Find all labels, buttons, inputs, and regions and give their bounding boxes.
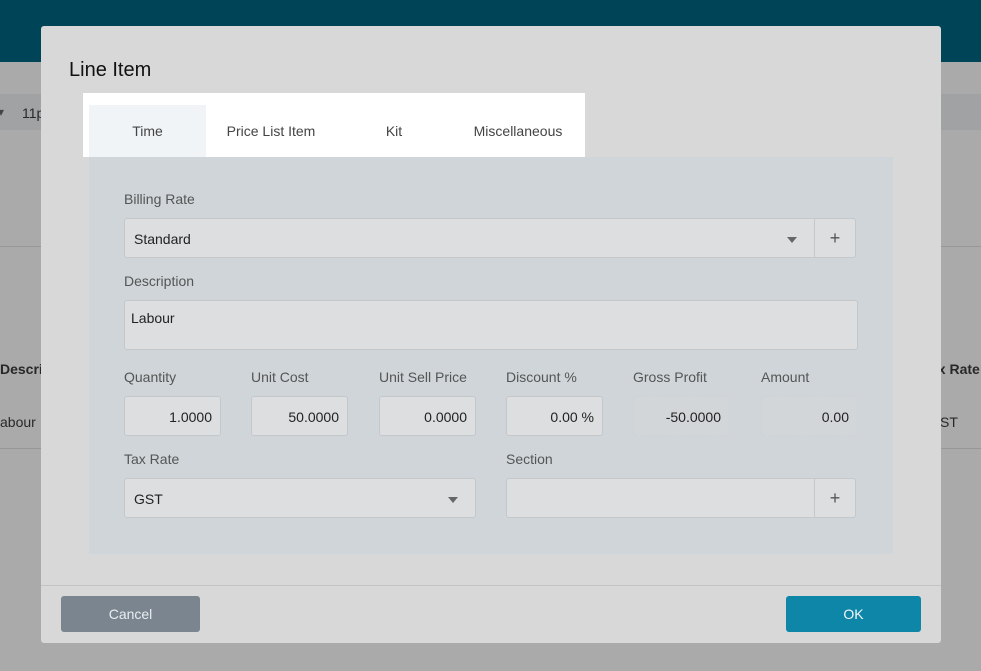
caret-down-icon — [787, 237, 797, 243]
add-section-button[interactable]: + — [814, 478, 856, 518]
tab-time[interactable]: Time — [89, 105, 206, 157]
tab-price-list-item[interactable]: Price List Item — [209, 105, 333, 157]
tab-kit[interactable]: Kit — [341, 105, 447, 157]
description-field[interactable]: Labour — [124, 300, 858, 350]
footer-divider — [41, 585, 941, 586]
description-label: Description — [124, 273, 195, 289]
ok-button[interactable]: OK — [786, 596, 921, 632]
unit-cost-field[interactable]: 50.0000 — [251, 396, 348, 436]
modal-title: Line Item — [69, 59, 152, 81]
cancel-button[interactable]: Cancel — [61, 596, 200, 632]
gross-profit-field: -50.0000 — [633, 396, 730, 436]
unit-sell-price-label: Unit Sell Price — [379, 369, 467, 385]
caret-down-icon — [448, 497, 458, 503]
gross-profit-label: Gross Profit — [633, 369, 707, 385]
tab-panel-time: Billing Rate Standard + Description Labo… — [89, 157, 893, 554]
tax-rate-value: GST — [134, 491, 163, 507]
unit-cost-label: Unit Cost — [251, 369, 309, 385]
plus-icon: + — [829, 488, 841, 508]
section-label: Section — [506, 451, 553, 467]
amount-label: Amount — [761, 369, 810, 385]
unit-sell-price-field[interactable]: 0.0000 — [379, 396, 476, 436]
tab-bar: Time Price List Item Kit Miscellaneous — [83, 93, 585, 157]
tab-miscellaneous[interactable]: Miscellaneous — [455, 105, 581, 157]
billing-rate-label: Billing Rate — [124, 191, 195, 207]
billing-rate-select[interactable]: Standard — [124, 218, 815, 258]
plus-icon: + — [829, 228, 841, 248]
billing-rate-value: Standard — [134, 231, 191, 247]
quantity-label: Quantity — [124, 369, 177, 385]
tax-rate-select[interactable]: GST — [124, 478, 476, 518]
section-select[interactable] — [506, 478, 815, 518]
line-item-modal: Line Item Time Price List Item Kit Misce… — [41, 26, 941, 643]
discount-label: Discount % — [506, 369, 577, 385]
add-billing-rate-button[interactable]: + — [814, 218, 856, 258]
tax-rate-label: Tax Rate — [124, 451, 180, 467]
amount-field: 0.00 — [761, 396, 858, 436]
quantity-field[interactable]: 1.0000 — [124, 396, 221, 436]
discount-field[interactable]: 0.00 % — [506, 396, 603, 436]
